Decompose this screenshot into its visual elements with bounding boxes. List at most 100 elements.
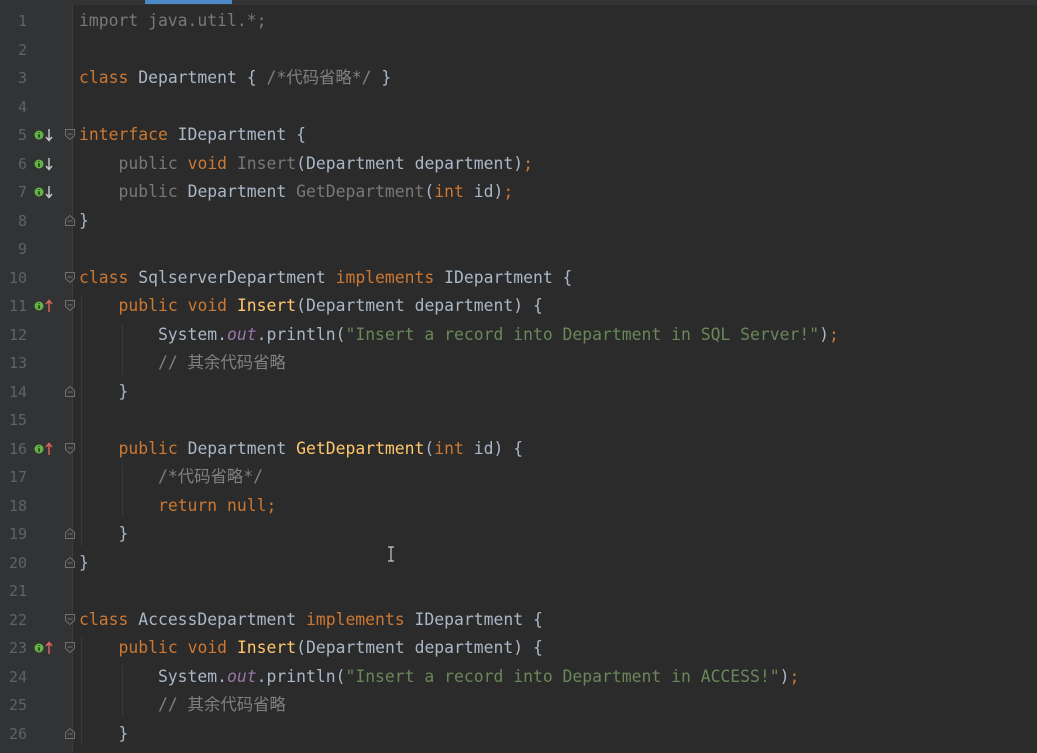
code-line[interactable]: 17 /*代码省略*/ — [0, 463, 1037, 492]
code-line[interactable]: 25 // 其余代码省略 — [0, 691, 1037, 720]
code-token: System. — [79, 324, 228, 344]
code-text: // 其余代码省略 — [79, 349, 286, 378]
code-text: public void Insert(Department department… — [79, 292, 542, 321]
code-token: // 其余代码省略 — [157, 695, 286, 714]
code-line[interactable]: 20} — [0, 549, 1037, 578]
code-token: Department — [177, 438, 297, 458]
code-text: import java.util.*; — [79, 7, 267, 36]
code-token: ) — [819, 324, 829, 344]
code-text: class SqlserverDepartment implements IDe… — [79, 264, 572, 293]
fold-collapse-icon[interactable] — [64, 442, 76, 455]
code-token: ; — [789, 666, 800, 686]
code-line[interactable]: 14 } — [0, 378, 1037, 407]
line-number: 15 — [8, 411, 27, 429]
code-token: int — [434, 182, 464, 201]
code-line[interactable]: 19 } — [0, 520, 1037, 549]
code-token: class — [79, 609, 129, 629]
code-token: } — [79, 723, 129, 743]
line-number: 21 — [8, 582, 27, 600]
implemented-marker-icon[interactable] — [34, 185, 54, 199]
code-token: import java.util.*; — [79, 11, 267, 30]
code-token: public — [118, 153, 178, 173]
code-line[interactable]: 2 — [0, 36, 1037, 65]
code-token: "Insert a record into Department in SQL … — [345, 324, 820, 344]
line-number: 24 — [8, 667, 27, 686]
indent-guide — [122, 466, 123, 517]
fold-end-icon[interactable] — [64, 385, 76, 398]
code-token: int — [434, 438, 464, 458]
fold-collapse-icon[interactable] — [64, 299, 76, 312]
code-token: Insert — [236, 153, 297, 173]
code-line[interactable]: 3 class Department { /*代码省略*/ } — [0, 64, 1037, 93]
line-number: 6 — [17, 154, 27, 173]
fold-end-icon[interactable] — [64, 556, 76, 569]
code-line[interactable]: 4 — [0, 93, 1037, 122]
code-token: ( — [424, 438, 435, 458]
implements-marker-icon[interactable] — [34, 441, 54, 456]
code-line[interactable]: 9 — [0, 235, 1037, 264]
fold-collapse-icon[interactable] — [64, 641, 76, 654]
code-text: class AccessDepartment implements IDepar… — [79, 606, 543, 635]
code-line[interactable]: 15 — [0, 406, 1037, 435]
line-number: 8 — [17, 211, 27, 230]
code-token: GetDepartment — [296, 438, 425, 458]
active-tab-indicator[interactable] — [145, 0, 232, 4]
fold-end-icon[interactable] — [64, 527, 76, 540]
code-token: interface — [79, 125, 168, 144]
line-number: 20 — [8, 553, 27, 572]
line-number: 11 — [8, 297, 27, 315]
implemented-marker-icon[interactable] — [34, 157, 54, 171]
indent-guide — [81, 295, 82, 546]
code-text: return null; — [79, 492, 276, 521]
code-line[interactable]: 8} — [0, 207, 1037, 236]
line-number: 1 — [17, 12, 27, 30]
fold-collapse-icon[interactable] — [64, 128, 76, 141]
code-line[interactable]: 11 public void Insert(Department departm… — [0, 292, 1037, 321]
code-text: } — [79, 378, 128, 407]
code-line[interactable]: 13 // 其余代码省略 — [0, 349, 1037, 378]
fold-collapse-icon[interactable] — [64, 271, 76, 284]
code-token: IDepartment { — [434, 267, 573, 287]
code-token: (Department department) { — [296, 638, 543, 657]
code-text: } — [79, 520, 128, 549]
code-line[interactable]: 5 interface IDepartment { — [0, 121, 1037, 150]
implements-marker-icon[interactable] — [34, 299, 54, 313]
code-token: AccessDepartment — [128, 609, 306, 629]
code-line[interactable]: 7 public Department GetDepartment(int id… — [0, 178, 1037, 207]
code-line[interactable]: 24 System.out.println("Insert a record i… — [0, 663, 1037, 692]
code-token: Department — [177, 182, 297, 201]
fold-end-icon[interactable] — [64, 214, 76, 227]
code-line[interactable]: 6 public void Insert(Department departme… — [0, 150, 1037, 179]
code-line[interactable]: 1 import java.util.*; — [0, 7, 1037, 36]
code-line[interactable]: 18 return null; — [0, 492, 1037, 521]
implemented-marker-icon[interactable] — [34, 128, 54, 142]
code-line[interactable]: 22 class AccessDepartment implements IDep… — [0, 606, 1037, 635]
line-number: 3 — [17, 69, 27, 87]
code-token: return null; — [157, 495, 277, 515]
code-token: (Department department) — [296, 153, 524, 173]
fold-end-icon[interactable] — [64, 727, 76, 740]
code-editor[interactable]: 1 import java.util.*; 2 3 class Department {… — [0, 5, 1037, 753]
fold-collapse-icon[interactable] — [64, 613, 76, 626]
code-line[interactable]: 10 class SqlserverDepartment implements I… — [0, 264, 1037, 293]
code-text: interface IDepartment { — [79, 121, 306, 150]
code-line[interactable]: 23 public void Insert(Department departm… — [0, 634, 1037, 663]
code-token: ; — [829, 324, 839, 344]
code-token: .println( — [256, 666, 346, 686]
code-token: id) — [463, 182, 504, 201]
line-number: 10 — [8, 268, 27, 287]
code-line[interactable]: 26 } — [0, 720, 1037, 749]
code-token: out — [227, 666, 257, 686]
code-line[interactable]: 16 public Department GetDepartment(int i… — [0, 435, 1037, 464]
code-line[interactable]: 12 System.out.println("Insert a record i… — [0, 321, 1037, 350]
implements-marker-icon[interactable] — [34, 641, 54, 655]
code-token: Insert — [236, 296, 297, 315]
code-line[interactable]: 21 — [0, 577, 1037, 606]
